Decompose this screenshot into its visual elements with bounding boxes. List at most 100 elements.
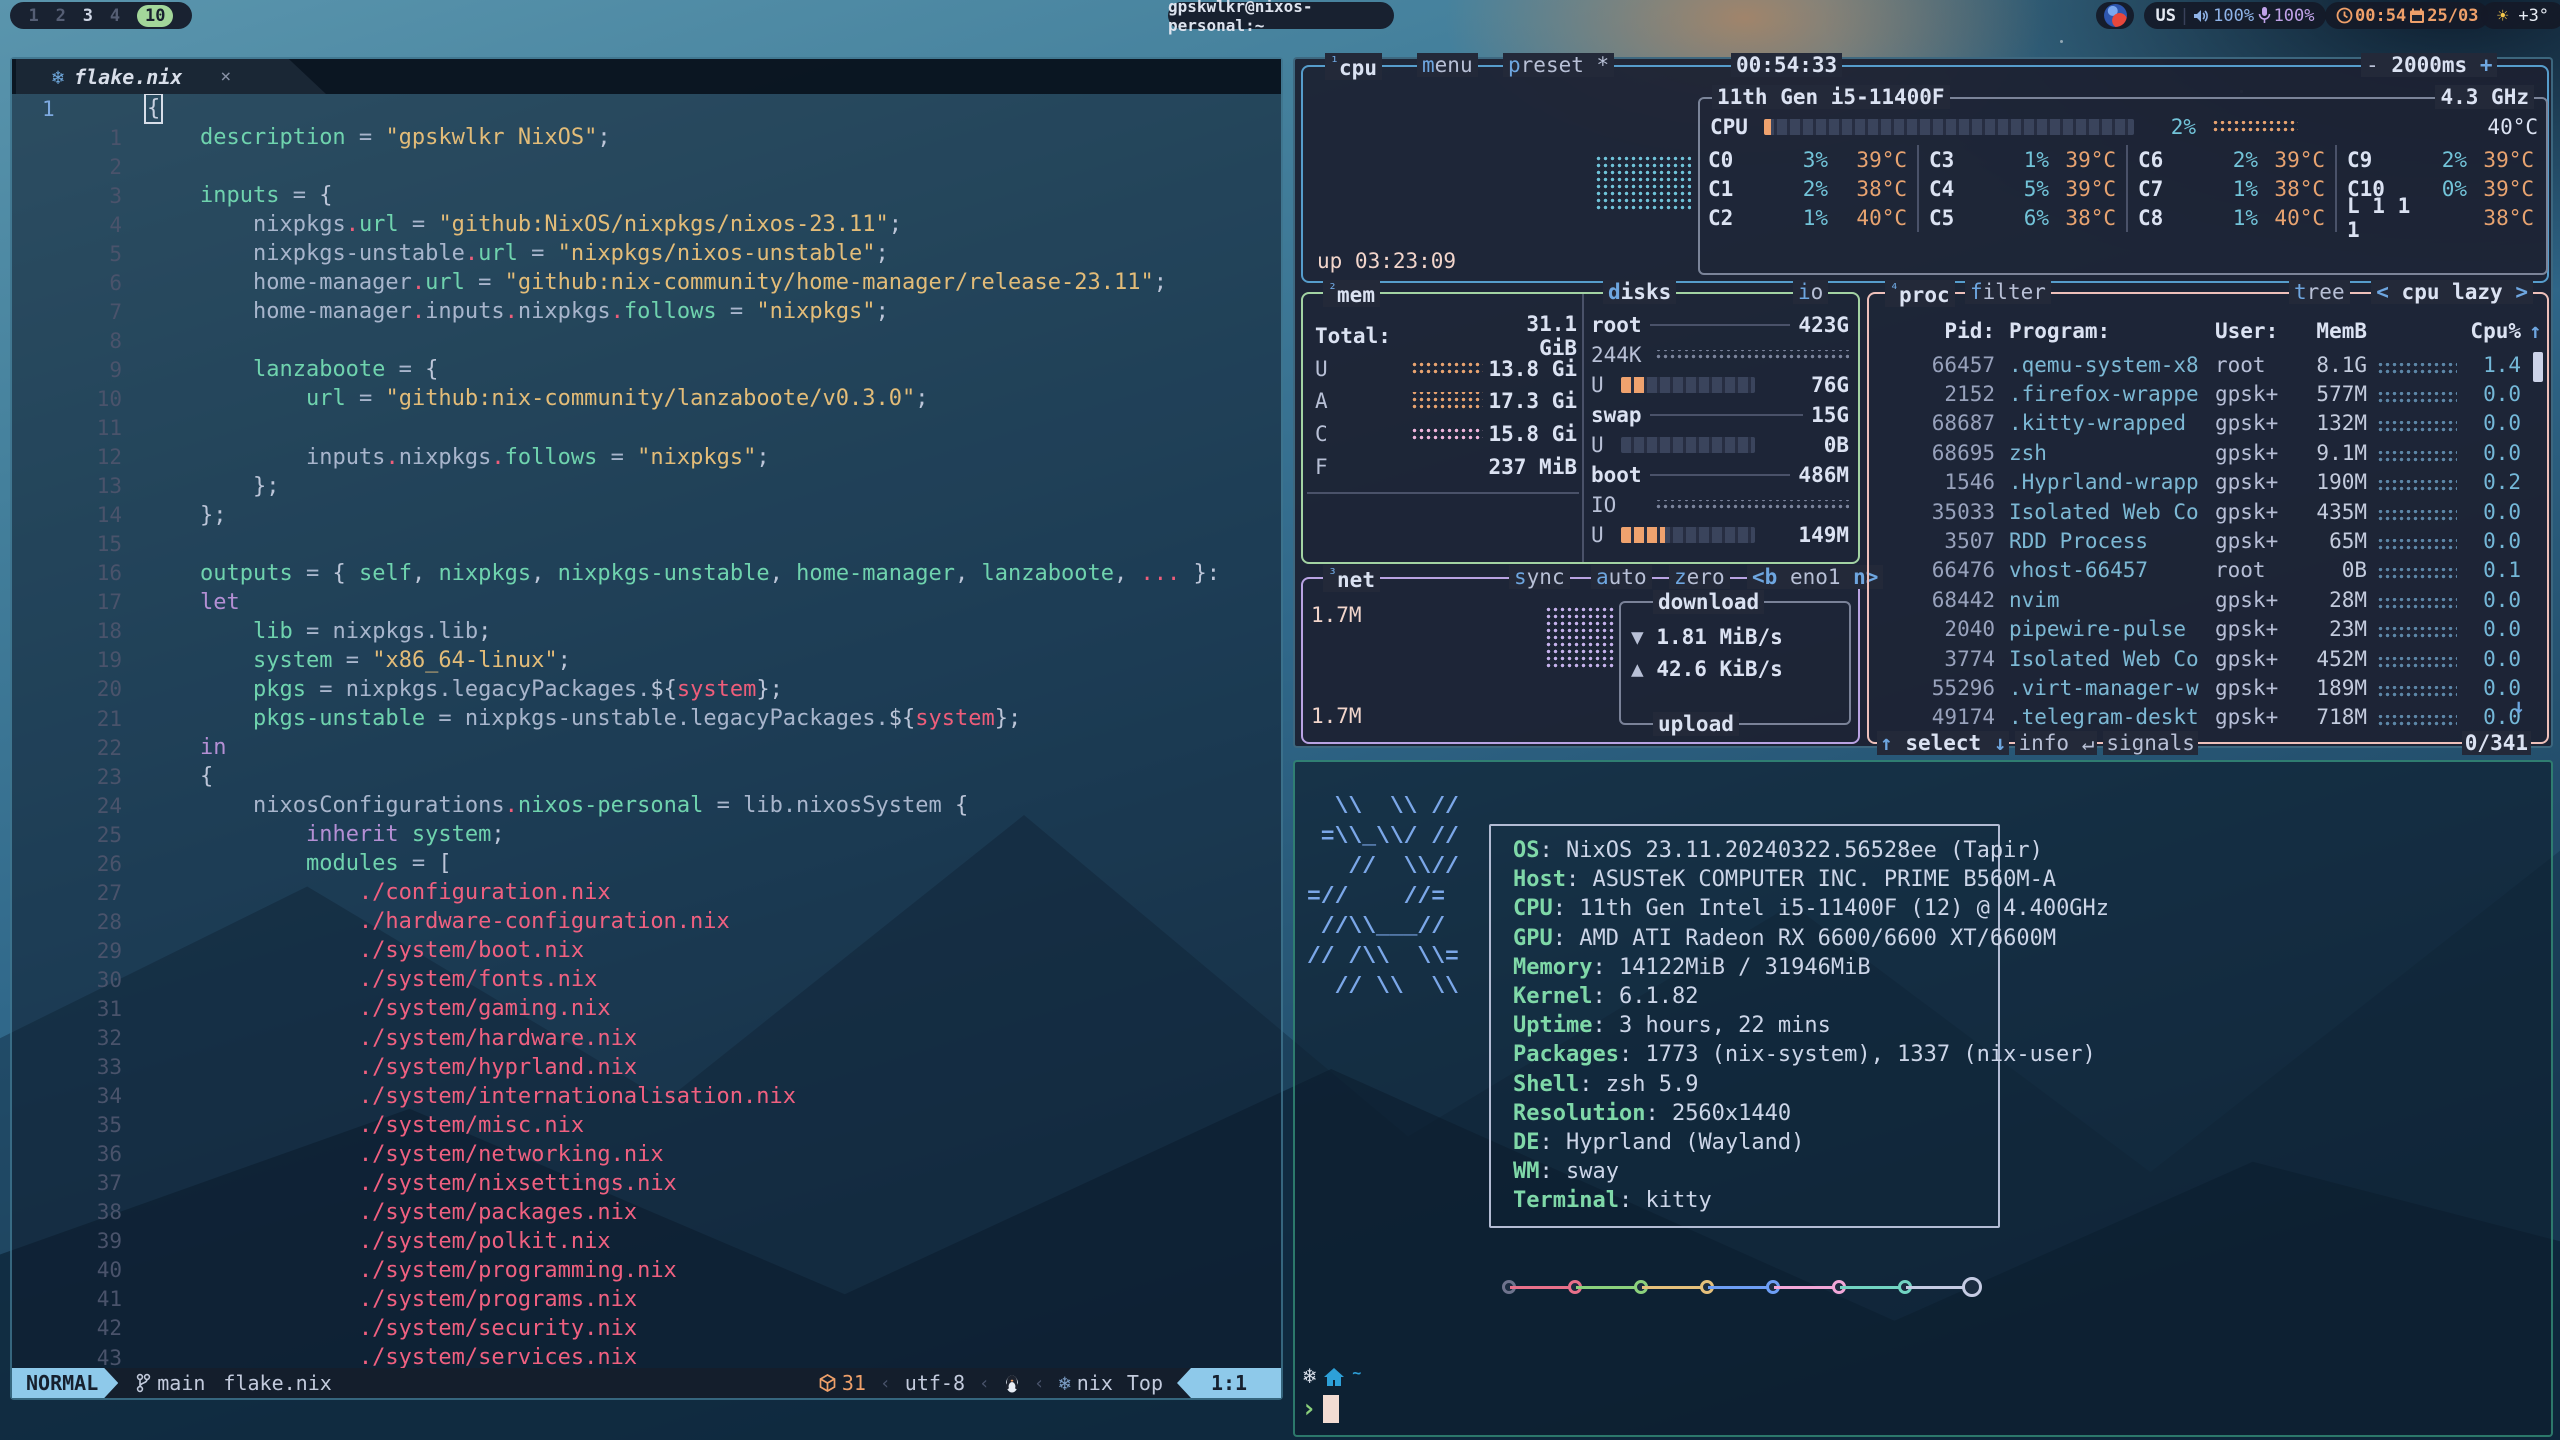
code-line[interactable]: 40 ./system/programming.nix: [12, 1256, 1281, 1285]
code-line[interactable]: 26 modules = [: [12, 849, 1281, 878]
info-hint[interactable]: info ↵: [2015, 731, 2097, 755]
disks-panel-title[interactable]: disks: [1603, 280, 1676, 304]
browser-tray-icon[interactable]: [2104, 4, 2127, 27]
scroll-down-icon[interactable]: ↓: [2512, 694, 2525, 718]
process-row[interactable]: 35033Isolated Web Cogpsk+435M0.0: [1875, 497, 2535, 526]
interval-minus[interactable]: -: [2366, 53, 2379, 77]
code-line[interactable]: 34 ./system/internationalisation.nix: [12, 1082, 1281, 1111]
proc-header-row[interactable]: Pid: Program: User: MemB Cpu% ↑: [1875, 316, 2535, 345]
process-list[interactable]: 66457.qemu-system-x8root8.1G1.42152.fire…: [1875, 350, 2535, 732]
code-line[interactable]: 8: [12, 326, 1281, 355]
process-row[interactable]: 3507RDD Processgpsk+65M0.0: [1875, 526, 2535, 555]
code-line[interactable]: 25 inherit system;: [12, 820, 1281, 849]
code-line[interactable]: 41 ./system/programs.nix: [12, 1285, 1281, 1314]
code-line[interactable]: 23 {: [12, 762, 1281, 791]
code-line[interactable]: 19 system = "x86_64-linux";: [12, 646, 1281, 675]
code-line[interactable]: 4 nixpkgs.url = "github:NixOS/nixpkgs/ni…: [12, 210, 1281, 239]
code-line[interactable]: 21 pkgs-unstable = nixpkgs-unstable.lega…: [12, 704, 1281, 733]
net-auto-button[interactable]: auto: [1591, 565, 1652, 589]
code-line[interactable]: 1 description = "gpskwlkr NixOS";: [12, 123, 1281, 152]
mic-indicator[interactable]: 100%: [2258, 6, 2315, 26]
process-row[interactable]: 2152.firefox-wrappegpsk+577M0.0: [1875, 379, 2535, 408]
status-pill-input[interactable]: US | 100% 100%: [2144, 2, 2326, 29]
code-line[interactable]: 43 ./system/services.nix: [12, 1343, 1281, 1368]
interval-plus[interactable]: +: [2480, 53, 2493, 77]
workspace-1[interactable]: 1: [28, 6, 38, 26]
process-row[interactable]: 68687.kitty-wrappedgpsk+132M0.0: [1875, 409, 2535, 438]
code-line[interactable]: 30 ./system/fonts.nix: [12, 965, 1281, 994]
code-line[interactable]: 17 let: [12, 588, 1281, 617]
process-row[interactable]: 68695zshgpsk+9.1M0.0: [1875, 438, 2535, 467]
code-buffer[interactable]: 1{1 description = "gpskwlkr NixOS";23 in…: [12, 94, 1281, 1368]
net-sync-button[interactable]: sync: [1509, 565, 1570, 589]
process-row[interactable]: 68442nvimgpsk+28M0.0: [1875, 585, 2535, 614]
cpu-panel-title[interactable]: ¹cpu: [1325, 53, 1382, 80]
workspace-switcher[interactable]: 123410: [10, 2, 192, 29]
code-line[interactable]: 24 nixosConfigurations.nixos-personal = …: [12, 791, 1281, 820]
select-hint[interactable]: ↑ select ↓: [1877, 731, 2009, 755]
btop-window[interactable]: ¹cpu menu preset * 00:54:33 - 2000ms + u…: [1293, 57, 2553, 748]
code-line[interactable]: 10 url = "github:nix-community/lanzaboot…: [12, 384, 1281, 413]
process-row[interactable]: 1546.Hyprland-wrappgpsk+190M0.2: [1875, 468, 2535, 497]
process-row[interactable]: 2040pipewire-pulsegpsk+23M0.0: [1875, 615, 2535, 644]
proc-sort-selector[interactable]: < cpu lazy >: [2371, 280, 2533, 304]
tab-close-icon[interactable]: ×: [220, 66, 231, 87]
code-line[interactable]: 14 };: [12, 501, 1281, 530]
update-interval[interactable]: - 2000ms +: [2361, 53, 2497, 77]
menu-button[interactable]: menu: [1417, 53, 1478, 77]
mem-panel-title[interactable]: ²mem: [1323, 280, 1380, 307]
disks-io-button[interactable]: io: [1793, 280, 1828, 304]
code-line[interactable]: 22 in: [12, 733, 1281, 762]
sort-direction-icon[interactable]: ↑: [2529, 319, 2542, 343]
process-row[interactable]: 3774Isolated Web Cogpsk+452M0.0: [1875, 644, 2535, 673]
proc-tree-button[interactable]: tree: [2289, 280, 2350, 304]
process-row[interactable]: 66457.qemu-system-x8root8.1G1.4: [1875, 350, 2535, 379]
net-zero-button[interactable]: zero: [1669, 565, 1730, 589]
code-line[interactable]: 11: [12, 414, 1281, 443]
workspace-2[interactable]: 2: [56, 6, 66, 26]
volume-indicator[interactable]: 100%: [2193, 6, 2254, 26]
process-row[interactable]: 49174.telegram-desktgpsk+718M0.0: [1875, 703, 2535, 732]
code-line[interactable]: 42 ./system/security.nix: [12, 1314, 1281, 1343]
code-line[interactable]: 3 inputs = {: [12, 181, 1281, 210]
code-line[interactable]: 1{: [12, 94, 1281, 123]
code-line[interactable]: 15: [12, 530, 1281, 559]
proc-scrollbar[interactable]: [2533, 352, 2543, 382]
neovim-window[interactable]: ❄ flake.nix × 1{1 description = "gpskwlk…: [10, 57, 1283, 1400]
tray[interactable]: [2096, 2, 2134, 29]
code-line[interactable]: 2: [12, 152, 1281, 181]
code-line[interactable]: 38 ./system/packages.nix: [12, 1198, 1281, 1227]
shell-prompt-line[interactable]: ›: [1301, 1394, 1339, 1424]
code-line[interactable]: 13 };: [12, 472, 1281, 501]
code-line[interactable]: 12 inputs.nixpkgs.follows = "nixpkgs";: [12, 443, 1281, 472]
code-line[interactable]: 28 ./hardware-configuration.nix: [12, 907, 1281, 936]
code-line[interactable]: 27 ./configuration.nix: [12, 878, 1281, 907]
code-line[interactable]: 33 ./system/hyprland.nix: [12, 1053, 1281, 1082]
kitty-terminal-window[interactable]: \\ \\ // =\\_\\/ // // \\// =// //= //\\…: [1293, 760, 2553, 1437]
net-panel-title[interactable]: ³net: [1323, 565, 1380, 592]
code-line[interactable]: 36 ./system/networking.nix: [12, 1140, 1281, 1169]
code-line[interactable]: 37 ./system/nixsettings.nix: [12, 1169, 1281, 1198]
status-pill-clock[interactable]: 00:54 25/03: [2325, 2, 2489, 29]
proc-filter-button[interactable]: filter: [1965, 280, 2051, 304]
code-line[interactable]: 18 lib = nixpkgs.lib;: [12, 617, 1281, 646]
status-pill-weather[interactable]: ☀ +3°: [2481, 2, 2560, 29]
code-line[interactable]: 16 outputs = { self, nixpkgs, nixpkgs-un…: [12, 559, 1281, 588]
keyboard-layout[interactable]: US: [2155, 6, 2175, 26]
code-line[interactable]: 31 ./system/gaming.nix: [12, 994, 1281, 1023]
code-line[interactable]: 29 ./system/boot.nix: [12, 936, 1281, 965]
tab-flake-nix[interactable]: ❄ flake.nix ×: [16, 59, 326, 94]
code-line[interactable]: 35 ./system/misc.nix: [12, 1111, 1281, 1140]
workspace-10[interactable]: 10: [137, 5, 173, 27]
code-line[interactable]: 9 lanzaboote = {: [12, 355, 1281, 384]
code-line[interactable]: 6 home-manager.url = "github:nix-communi…: [12, 268, 1281, 297]
workspace-3[interactable]: 3: [83, 6, 93, 26]
proc-panel-title[interactable]: ⁴proc: [1885, 280, 1955, 307]
git-branch[interactable]: main: [136, 1371, 205, 1395]
code-line[interactable]: 20 pkgs = nixpkgs.legacyPackages.${syste…: [12, 675, 1281, 704]
process-row[interactable]: 66476vhost-66457root0B0.1: [1875, 556, 2535, 585]
code-line[interactable]: 32 ./system/hardware.nix: [12, 1024, 1281, 1053]
code-line[interactable]: 39 ./system/polkit.nix: [12, 1227, 1281, 1256]
preset-button[interactable]: preset *: [1503, 53, 1614, 77]
code-line[interactable]: 5 nixpkgs-unstable.url = "nixpkgs/nixos-…: [12, 239, 1281, 268]
